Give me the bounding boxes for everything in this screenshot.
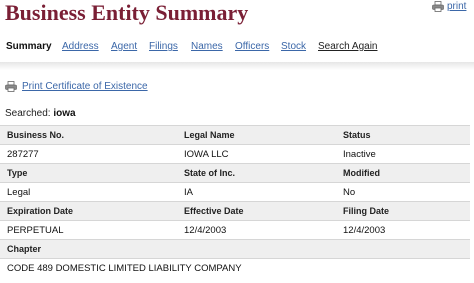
header-status: Status	[336, 125, 470, 145]
print-label: print	[447, 1, 467, 12]
searched-term: iowa	[53, 108, 76, 119]
value-chapter: CODE 489 DOMESTIC LIMITED LIABILITY COMP…	[0, 258, 470, 277]
tab-filings[interactable]: Filings	[149, 41, 178, 52]
table-row: PERPETUAL 12/4/2003 12/4/2003	[0, 220, 470, 240]
print-certificate-link[interactable]: Print Certificate of Existence	[5, 81, 148, 92]
nav-divider	[0, 62, 474, 70]
value-effective-date: 12/4/2003	[177, 220, 336, 240]
value-status: Inactive	[336, 144, 470, 164]
header-type: Type	[0, 163, 177, 183]
table-header-row: Expiration Date Effective Date Filing Da…	[0, 201, 470, 221]
tab-address[interactable]: Address	[62, 41, 99, 52]
table-header-row: Business No. Legal Name Status	[0, 125, 470, 145]
tab-officers[interactable]: Officers	[235, 41, 269, 52]
entity-table: Business No. Legal Name Status 287277 IO…	[0, 125, 470, 277]
table-row: CODE 489 DOMESTIC LIMITED LIABILITY COMP…	[0, 258, 470, 277]
searched-label: Searched:	[5, 108, 51, 119]
table-row: Legal IA No	[0, 182, 470, 202]
value-expiration-date: PERPETUAL	[0, 220, 177, 240]
value-business-no: 287277	[0, 144, 177, 164]
header-business-no: Business No.	[0, 125, 177, 145]
tab-names[interactable]: Names	[191, 41, 223, 52]
printer-icon	[5, 81, 17, 92]
header-legal-name: Legal Name	[177, 125, 336, 145]
table-header-row: Type State of Inc. Modified	[0, 163, 470, 183]
print-button[interactable]: print	[432, 1, 466, 12]
value-legal-name: IOWA LLC	[177, 144, 336, 164]
value-filing-date: 12/4/2003	[336, 220, 470, 240]
value-modified: No	[336, 182, 470, 202]
tab-summary[interactable]: Summary	[6, 41, 52, 52]
value-state-of-inc: IA	[177, 182, 336, 202]
tab-search-again[interactable]: Search Again	[318, 41, 378, 52]
search-summary: Searched: iowa	[5, 108, 76, 119]
print-certificate-label: Print Certificate of Existence	[22, 81, 148, 92]
header-effective-date: Effective Date	[177, 201, 336, 221]
value-type: Legal	[0, 182, 177, 202]
tab-agent[interactable]: Agent	[111, 41, 137, 52]
page-title: Business Entity Summary	[5, 0, 249, 25]
header-expiration-date: Expiration Date	[0, 201, 177, 221]
printer-icon	[432, 1, 444, 12]
header-chapter: Chapter	[0, 239, 470, 259]
header-modified: Modified	[336, 163, 470, 183]
table-header-row: Chapter	[0, 239, 470, 259]
tab-stock[interactable]: Stock	[281, 41, 306, 52]
header-filing-date: Filing Date	[336, 201, 470, 221]
header-state-of-inc: State of Inc.	[177, 163, 336, 183]
table-row: 287277 IOWA LLC Inactive	[0, 144, 470, 164]
